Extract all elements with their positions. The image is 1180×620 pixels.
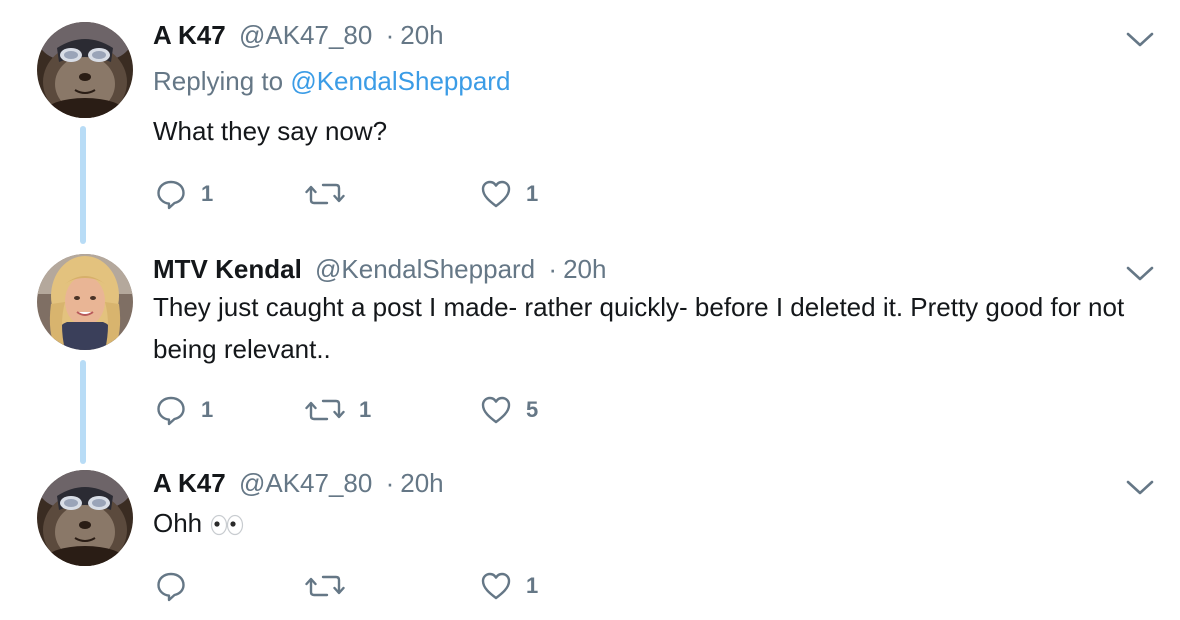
tweet-actions: 1 1 5 [155,390,755,430]
avatar[interactable] [37,22,133,118]
sloth-avatar-image [37,22,133,118]
avatar[interactable] [37,254,133,350]
timestamp[interactable]: 20h [400,468,443,498]
display-name[interactable]: MTV Kendal [153,254,302,284]
tweet-header: A K47 @AK47_80 · 20h [153,18,444,52]
tweet-header: MTV Kendal @KendalSheppard · 20h [153,252,606,286]
eyes-emoji-icon [211,515,244,536]
timestamp[interactable]: 20h [400,20,443,50]
reply-count: 1 [201,397,214,422]
retweet-icon [305,394,345,426]
tweet-header: A K47 @AK47_80 · 20h [153,466,444,500]
tweet-text: Ohh [153,508,203,538]
like-button[interactable]: 1 [480,174,538,214]
chevron-down-icon[interactable] [1125,27,1155,51]
retweet-count: 1 [359,397,372,422]
tweet-text: What they say now? [153,116,388,146]
retweet-button[interactable] [305,174,359,214]
chevron-down-icon[interactable] [1125,261,1155,285]
replying-prefix: Replying to [153,66,291,96]
reply-count: 1 [201,181,214,206]
reply-button[interactable]: 1 [155,390,213,430]
tweet-actions: 1 1 [155,174,755,214]
tweet-2[interactable]: MTV Kendal @KendalSheppard · 20h They jus… [0,240,1180,464]
like-count: 1 [526,181,539,206]
reply-icon [155,570,187,602]
chevron-down-icon[interactable] [1125,475,1155,499]
retweet-button[interactable]: 1 [305,390,371,430]
like-icon [480,178,512,210]
user-handle[interactable]: @AK47_80 [239,468,372,498]
like-button[interactable]: 5 [480,390,538,430]
replying-to: Replying to @KendalSheppard [153,66,510,97]
display-name[interactable]: A K47 [153,20,226,50]
timestamp[interactable]: 20h [563,254,606,284]
tweet-3[interactable]: A K47 @AK47_80 · 20h Ohh 1 [0,462,1180,620]
like-count: 1 [526,573,539,598]
user-handle[interactable]: @AK47_80 [239,20,372,50]
like-icon [480,394,512,426]
retweet-button[interactable] [305,566,359,606]
reply-icon [155,394,187,426]
replying-handle-link[interactable]: @KendalSheppard [290,66,510,96]
reply-icon [155,178,187,210]
like-button[interactable]: 1 [480,566,538,606]
tweet-actions: 1 [155,566,755,606]
woman-avatar-image [37,254,133,350]
retweet-icon [305,178,345,210]
thread-connector-line [80,126,86,244]
sloth-avatar-image [37,470,133,566]
tweet-1[interactable]: A K47 @AK47_80 · 20h Replying to @KendalS… [0,0,1180,244]
separator-dot: · [385,20,395,50]
reply-button[interactable] [155,566,201,606]
avatar[interactable] [37,470,133,566]
tweet-text-row: Ohh [153,502,1143,544]
thread-connector-line [80,360,86,464]
like-icon [480,570,512,602]
separator-dot: · [385,468,395,498]
reply-button[interactable]: 1 [155,174,213,214]
tweet-text: They just caught a post I made- rather q… [153,292,1125,364]
retweet-icon [305,570,345,602]
separator-dot: · [548,254,558,284]
display-name[interactable]: A K47 [153,468,226,498]
like-count: 5 [526,397,539,422]
tweet-thread: A K47 @AK47_80 · 20h Replying to @KendalS… [0,0,1180,620]
user-handle[interactable]: @KendalSheppard [315,254,535,284]
